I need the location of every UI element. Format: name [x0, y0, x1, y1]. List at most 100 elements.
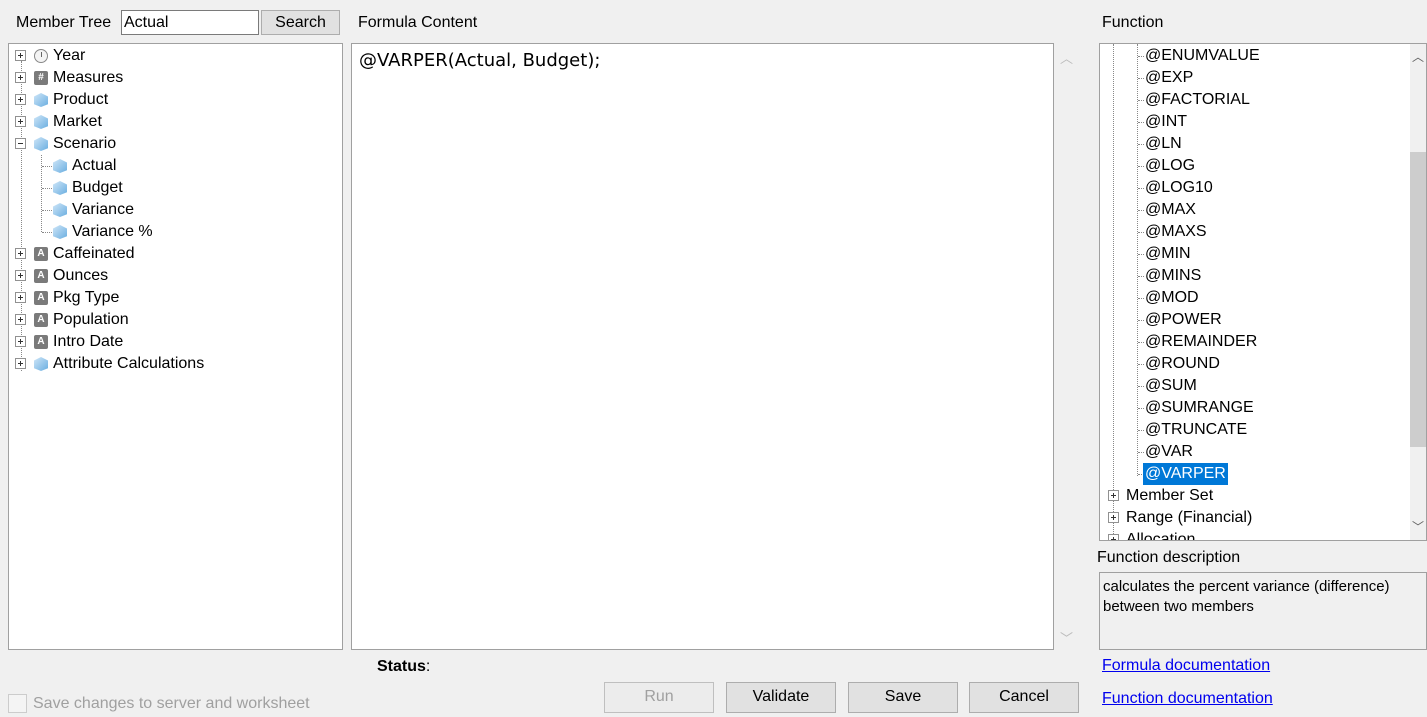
attribute-icon: A: [34, 313, 48, 327]
tree-item-label: Variance %: [72, 223, 153, 240]
tree-line: [1138, 122, 1144, 123]
formula-content-label: Formula Content: [358, 14, 478, 31]
expand-icon[interactable]: [15, 72, 26, 83]
function-documentation-link[interactable]: Function documentation: [1102, 690, 1273, 708]
function-item-label: @REMAINDER: [1145, 333, 1258, 350]
cancel-button[interactable]: Cancel: [969, 682, 1079, 713]
tree-item-caffeinated[interactable]: A Caffeinated: [9, 243, 339, 265]
tree-line: [1138, 232, 1144, 233]
tree-item-variance[interactable]: Variance %: [9, 221, 339, 243]
tree-item-scenario[interactable]: Scenario: [9, 133, 339, 155]
function-item-label: @MINS: [1145, 267, 1202, 284]
expand-icon[interactable]: [1108, 512, 1119, 523]
function-item-label: @VAR: [1145, 443, 1193, 460]
function-description-label: Function description: [1097, 549, 1241, 566]
cube-icon: [34, 93, 48, 107]
member-tree[interactable]: Year # Measures Product Market Scenario Actual…: [8, 43, 343, 650]
tree-item-label: Measures: [53, 69, 124, 86]
expand-icon[interactable]: [1108, 534, 1119, 540]
function-group-label: Range (Financial): [1126, 509, 1253, 526]
expand-icon[interactable]: [15, 94, 26, 105]
attribute-icon: A: [34, 335, 48, 349]
scrollbar-thumb[interactable]: [1410, 152, 1426, 447]
cube-icon: [53, 159, 67, 173]
collapse-icon[interactable]: [15, 138, 26, 149]
tree-item-year[interactable]: Year: [9, 45, 339, 67]
tree-line: [1138, 56, 1144, 57]
tree-line: [1138, 78, 1144, 79]
tree-item-actual[interactable]: Actual: [9, 155, 339, 177]
attribute-icon: A: [34, 269, 48, 283]
expand-icon[interactable]: [15, 358, 26, 369]
scroll-up-icon[interactable]: ︿: [1412, 48, 1424, 65]
expand-icon[interactable]: [15, 270, 26, 281]
function-item-label: @MAX: [1145, 201, 1196, 218]
expand-icon[interactable]: [15, 292, 26, 303]
cube-icon: [34, 137, 48, 151]
expand-icon[interactable]: [1108, 490, 1119, 501]
save-changes-label: Save changes to server and worksheet: [33, 695, 310, 712]
function-scrollbar[interactable]: ︿ ﹀: [1410, 44, 1426, 540]
save-changes-checkbox[interactable]: [8, 694, 27, 713]
validate-button[interactable]: Validate: [726, 682, 836, 713]
cube-icon: [53, 225, 67, 239]
tree-line: [42, 188, 52, 189]
function-item-label: @SUMRANGE: [1145, 399, 1254, 416]
tree-item-label: Population: [53, 311, 129, 328]
tree-item-label: Actual: [72, 157, 117, 174]
function-item-label: @FACTORIAL: [1145, 91, 1250, 108]
tree-item-label: Variance: [72, 201, 134, 218]
function-item-label: @ROUND: [1145, 355, 1220, 372]
tree-item-label: Intro Date: [53, 333, 124, 350]
scroll-down-icon[interactable]: ﹀: [1060, 628, 1073, 647]
clock-icon: [34, 49, 48, 63]
tree-item-pkg-type[interactable]: A Pkg Type: [9, 287, 339, 309]
tree-item-product[interactable]: Product: [9, 89, 339, 111]
function-item-label: @INT: [1145, 113, 1188, 130]
run-button[interactable]: Run: [604, 682, 714, 713]
tree-item-population[interactable]: A Population: [9, 309, 339, 331]
tree-item-measures[interactable]: # Measures: [9, 67, 339, 89]
tree-item-attribute-calculations[interactable]: Attribute Calculations: [9, 353, 339, 375]
tree-line: [1138, 166, 1144, 167]
tree-item-label: Budget: [72, 179, 123, 196]
tree-item-intro-date[interactable]: A Intro Date: [9, 331, 339, 353]
tree-line: [42, 232, 52, 233]
tree-item-label: Caffeinated: [53, 245, 135, 262]
tree-item-market[interactable]: Market: [9, 111, 339, 133]
member-search-input[interactable]: [121, 10, 259, 35]
save-button[interactable]: Save: [848, 682, 958, 713]
tree-item-variance[interactable]: Variance: [9, 199, 339, 221]
tree-line: [1138, 254, 1144, 255]
scroll-up-icon[interactable]: ︿: [1060, 48, 1073, 67]
function-item-label: @SUM: [1145, 377, 1197, 394]
function-tree[interactable]: ︿ ﹀ @ENUMVALUE @EXP @FACTORIAL @INT @LN @LOG @…: [1099, 43, 1427, 541]
formula-text[interactable]: @VARPER(Actual, Budget);: [359, 50, 600, 71]
expand-icon[interactable]: [15, 314, 26, 325]
tree-line: [1138, 430, 1144, 431]
formula-documentation-link[interactable]: Formula documentation: [1102, 657, 1270, 675]
tree-line: [1138, 276, 1144, 277]
function-item-label: @LN: [1145, 135, 1182, 152]
function-item-label: @MIN: [1145, 245, 1191, 262]
function-item-label: @ENUMVALUE: [1145, 47, 1260, 64]
function-description: calculates the percent variance (differe…: [1099, 572, 1427, 650]
member-tree-label: Member Tree: [16, 14, 112, 31]
function-item-label: @VARPER: [1143, 463, 1228, 485]
expand-icon[interactable]: [15, 336, 26, 347]
tree-item-ounces[interactable]: A Ounces: [9, 265, 339, 287]
tree-line: [1138, 100, 1144, 101]
expand-icon[interactable]: [15, 116, 26, 127]
tree-item-budget[interactable]: Budget: [9, 177, 339, 199]
scroll-down-icon[interactable]: ﹀: [1412, 518, 1424, 535]
tree-line: [1138, 144, 1144, 145]
expand-icon[interactable]: [15, 50, 26, 61]
tree-line: [42, 166, 52, 167]
search-button[interactable]: Search: [261, 10, 340, 35]
attribute-icon: A: [34, 247, 48, 261]
function-item-label: @EXP: [1145, 69, 1194, 86]
formula-editor[interactable]: @VARPER(Actual, Budget);: [351, 43, 1054, 650]
function-item-label: @LOG10: [1145, 179, 1213, 196]
expand-icon[interactable]: [15, 248, 26, 259]
tree-item-label: Ounces: [53, 267, 109, 284]
